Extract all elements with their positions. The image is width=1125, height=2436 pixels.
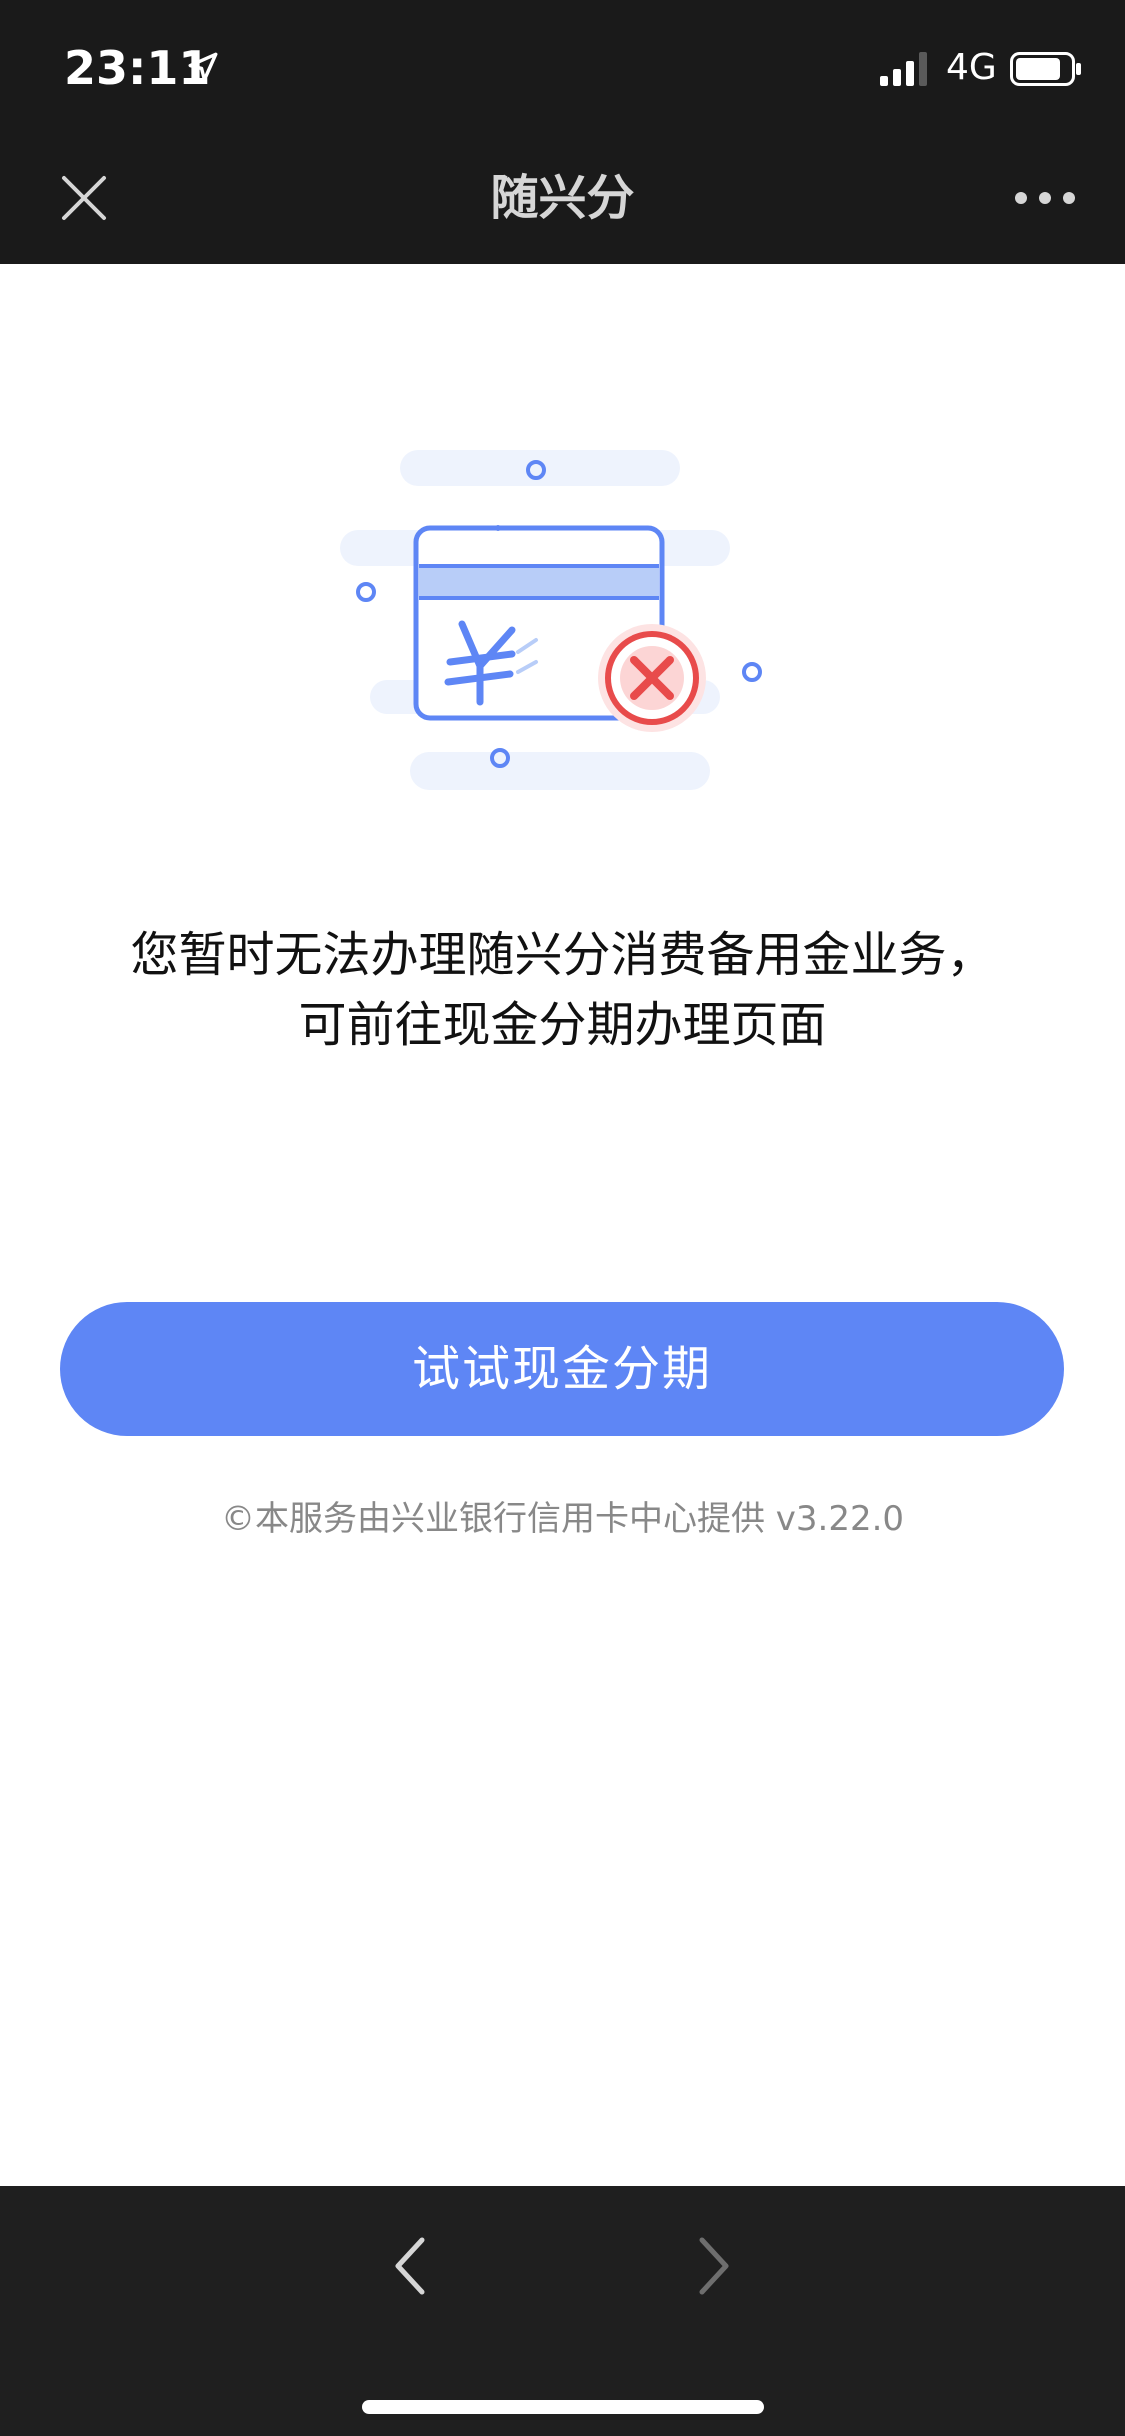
error-message-line-2: 可前往现金分期办理页面 [298,997,827,1053]
location-arrow-icon [188,52,218,82]
screen: 23:11 4G 随兴分 您暂时无法办理随兴分消费备用金业务， 可前往现金分期办… [0,0,1125,2436]
error-message-line-1: 您暂时无法办理随兴分消费备用金业务， [130,927,995,983]
page-title: 随兴分 [490,170,635,226]
status-bar: 23:11 4G [0,0,1125,132]
bottom-toolbar [0,2186,1125,2436]
chevron-left-icon[interactable] [380,2226,440,2306]
home-indicator[interactable] [362,2400,764,2414]
network-label: 4G [946,47,997,88]
try-cash-installment-button[interactable]: 试试现金分期 [60,1302,1064,1436]
service-provider-note: ©本服务由兴业银行信用卡中心提供 v3.22.0 [220,1499,905,1539]
error-message: 您暂时无法办理随兴分消费备用金业务， 可前往现金分期办理页面 [0,920,1125,1060]
more-dots-icon[interactable] [1005,168,1085,228]
battery-icon [1010,52,1081,86]
signal-icon [880,52,927,86]
card-rejected-icon [340,450,762,790]
nav-bar: 随兴分 [0,132,1125,264]
chevron-right-icon[interactable] [684,2226,744,2306]
